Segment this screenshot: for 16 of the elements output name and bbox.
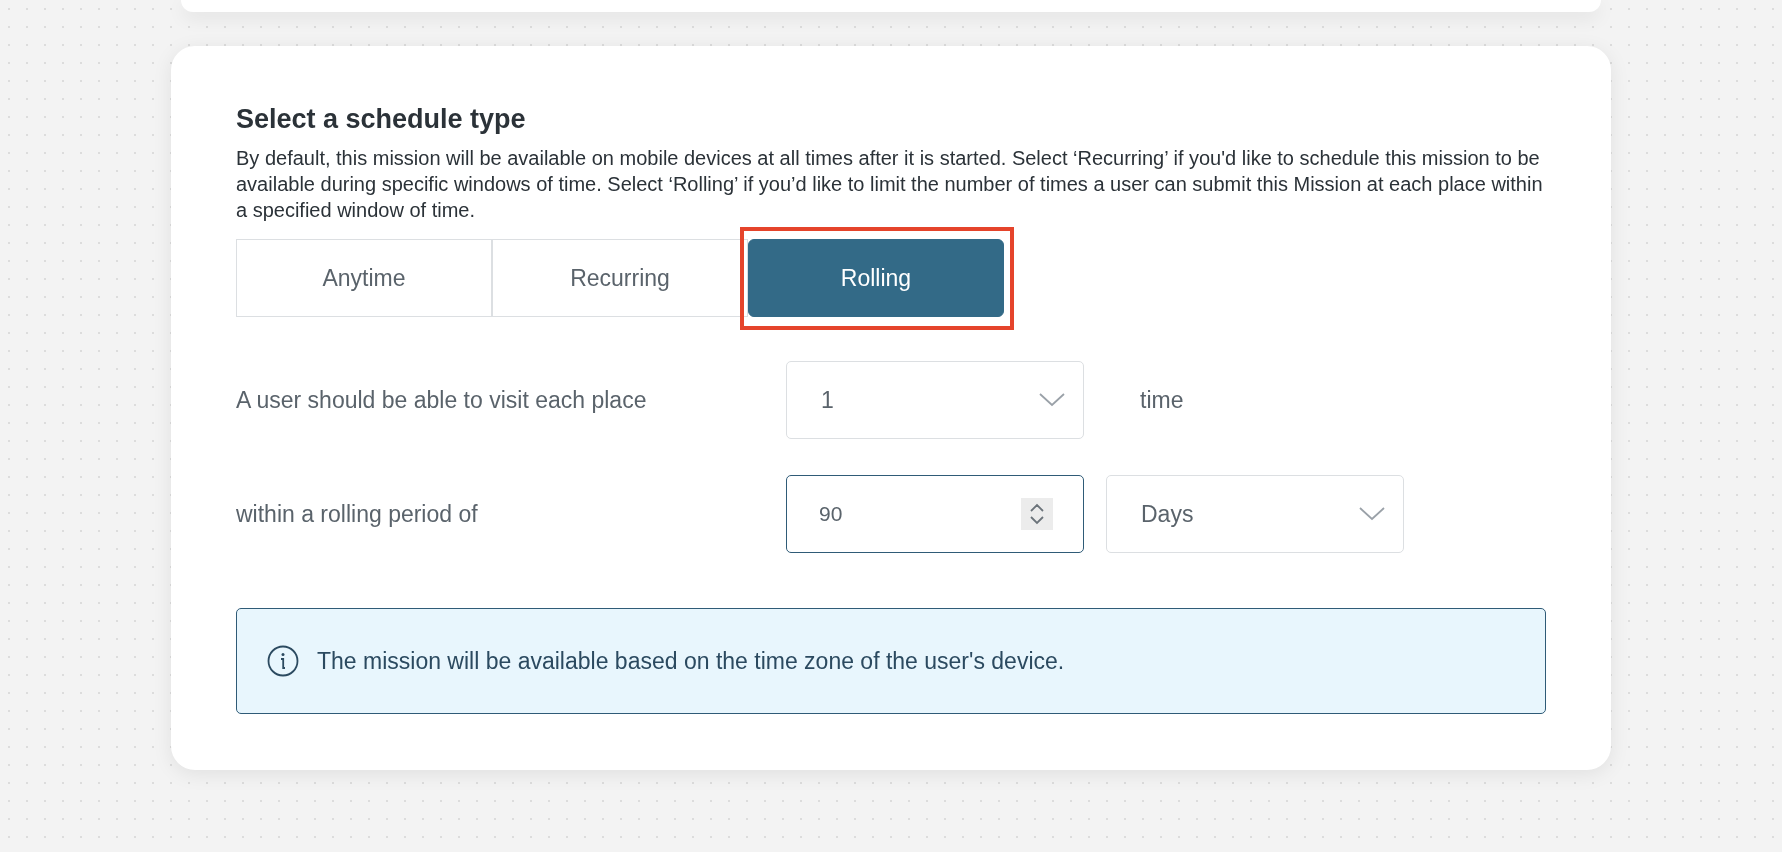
schedule-tab[interactable]: Anytime <box>236 239 492 317</box>
visits-unit: time <box>1140 386 1184 414</box>
chevron-down-icon <box>1039 393 1065 407</box>
visits-label: A user should be able to visit each place <box>236 386 648 415</box>
visits-select[interactable]: 1 <box>786 361 1084 439</box>
section-title: Select a schedule type <box>236 104 527 135</box>
section-description: By default, this mission will be available on mobile devices at all times after it is started. Select ‘Recurring’ if you'd like to schedule this mission to be available during specific windows of time. Select ‘Rolling’ if you’d like to limit the number of times a user can submit this Mission at each place within a specified window of time. <box>236 146 1544 223</box>
stepper-icon[interactable] <box>1021 498 1053 530</box>
period-number-field[interactable]: 90 <box>786 475 1084 553</box>
info-text: The mission will be available based on the time zone of the user's device. <box>317 647 1065 675</box>
chevron-down-icon <box>1359 507 1385 521</box>
schedule-tab[interactable]: Recurring <box>492 239 748 317</box>
schedule-tab[interactable]: Rolling <box>748 239 1004 317</box>
period-unit-select[interactable]: Days <box>1106 475 1404 553</box>
period-label: within a rolling period of <box>236 500 479 529</box>
info-icon <box>267 645 299 677</box>
